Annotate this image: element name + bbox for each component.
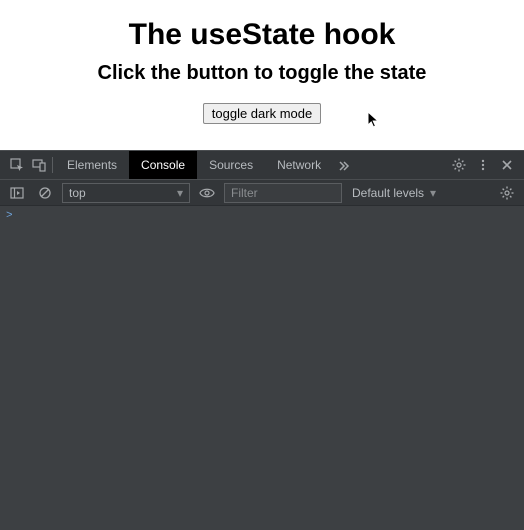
toggle-dark-mode-button[interactable]: toggle dark mode xyxy=(203,103,321,124)
tab-elements[interactable]: Elements xyxy=(55,151,129,179)
clear-console-icon[interactable] xyxy=(34,186,56,200)
console-toolbar: top ▾ Default levels ▾ xyxy=(0,179,524,206)
more-tabs-icon[interactable] xyxy=(333,151,355,179)
tab-sources[interactable]: Sources xyxy=(197,151,265,179)
chevron-down-icon: ▾ xyxy=(430,186,436,200)
close-icon[interactable] xyxy=(496,159,518,171)
console-output-area[interactable]: > xyxy=(0,206,524,530)
console-settings-gear-icon[interactable] xyxy=(496,186,518,200)
console-prompt: > xyxy=(6,210,13,222)
page-subtitle: Click the button to toggle the state xyxy=(0,62,524,85)
log-levels-select[interactable]: Default levels ▾ xyxy=(348,186,440,200)
console-sidebar-toggle-icon[interactable] xyxy=(6,186,28,200)
execution-context-value: top xyxy=(69,186,86,200)
inspect-element-icon[interactable] xyxy=(6,151,28,179)
tab-console[interactable]: Console xyxy=(129,151,197,179)
separator xyxy=(52,157,53,173)
app-content-area: The useState hook Click the button to to… xyxy=(0,0,524,150)
execution-context-select[interactable]: top ▾ xyxy=(62,183,190,203)
log-levels-label: Default levels xyxy=(352,186,424,200)
gear-icon[interactable] xyxy=(448,158,470,172)
device-toolbar-icon[interactable] xyxy=(28,151,50,179)
console-filter-input[interactable] xyxy=(224,183,342,203)
live-expression-icon[interactable] xyxy=(196,187,218,199)
kebab-menu-icon[interactable] xyxy=(472,158,494,172)
chevron-down-icon: ▾ xyxy=(177,186,183,200)
page-title: The useState hook xyxy=(0,18,524,52)
tab-network[interactable]: Network xyxy=(265,151,333,179)
devtools-tabbar: Elements Console Sources Network xyxy=(0,151,524,179)
devtools-panel: Elements Console Sources Network to xyxy=(0,150,524,530)
